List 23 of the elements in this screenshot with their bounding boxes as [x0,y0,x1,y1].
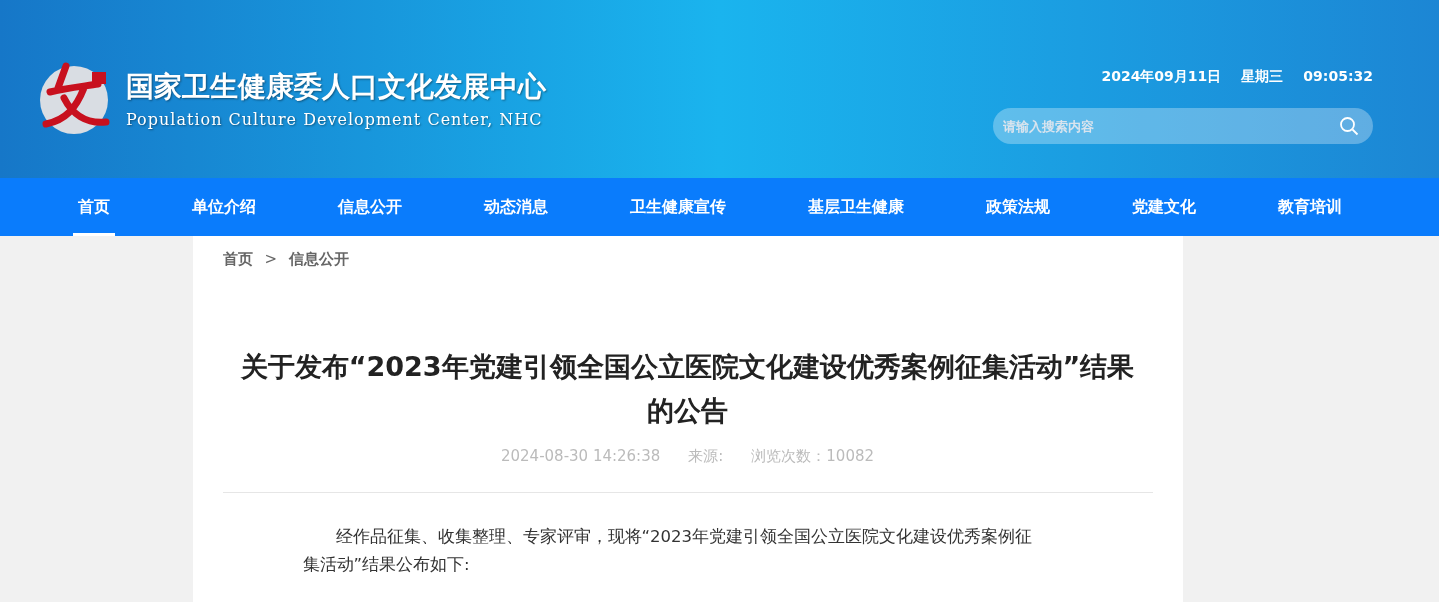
breadcrumb-separator: > [264,250,278,269]
nav-tab[interactable]: 基层卫生健康 [803,178,909,236]
nav-tab[interactable]: 党建文化 [1127,178,1201,236]
nav-tab[interactable]: 单位介绍 [187,178,261,236]
time-text: 09:05:32 [1303,68,1373,86]
weekday-text: 星期三 [1241,68,1284,86]
view-count: 浏览次数：10082 [751,447,875,466]
breadcrumb-link[interactable]: 信息公开 [289,250,350,269]
source-label: 来源: [688,447,724,466]
date-text: 2024年09月11日 [1101,68,1222,86]
article-title: 关于发布“2023年党建引领全国公立医院文化建设优秀案例征集活动”结果的公告 [239,350,1136,428]
nav-tab[interactable]: 信息公开 [333,178,407,236]
nav-tab[interactable]: 卫生健康宣传 [625,178,731,236]
site-title: 国家卫生健康委人口文化发展中心 [126,68,546,105]
nav-tab[interactable]: 政策法规 [981,178,1055,236]
site-subtitle: Population Culture Development Center, NHC [126,109,544,129]
publish-date: 2024-08-30 14:26:38 [500,447,661,466]
nav-tab[interactable]: 首页 [73,178,115,236]
breadcrumb-link[interactable]: 首页 [222,250,253,269]
nav-tab[interactable]: 教育培训 [1273,178,1347,236]
article-paragraph: 经作品征集、收集整理、专家评审，现将“2023年党建引领全国公立医院文化建设优秀案例征集活动”结果公布如下: [302,526,1034,576]
search-icon[interactable] [1339,116,1359,136]
nav-tab[interactable]: 动态消息 [479,178,553,236]
